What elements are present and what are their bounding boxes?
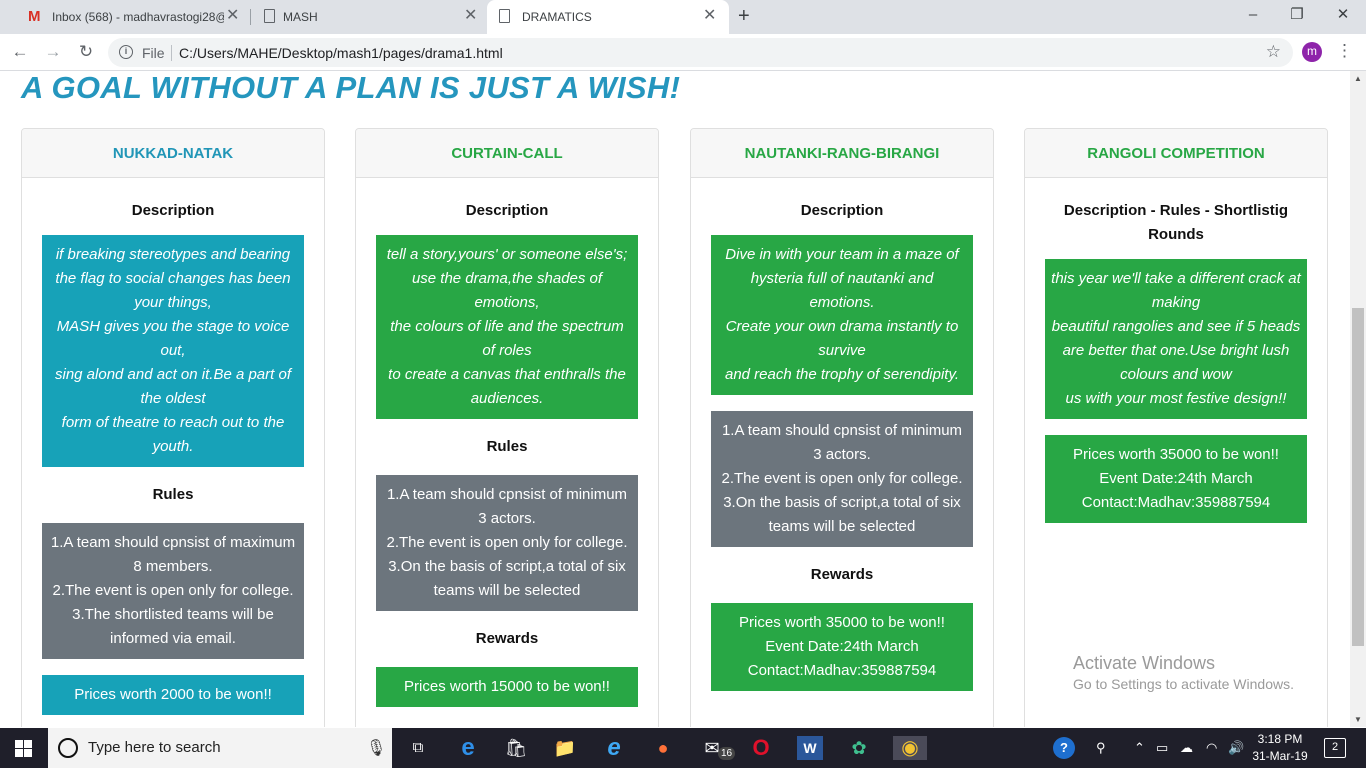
volume-icon[interactable]: 🔊 — [1228, 739, 1244, 757]
cortana-circle-icon — [58, 738, 78, 758]
store-icon[interactable]: 🛍 — [503, 736, 529, 760]
event-card-nautanki-rang-birangi: NAUTANKI-RANG-BIRANGI Description Dive i… — [690, 128, 994, 727]
rewards-box: Prices worth 35000 to be won!! Event Dat… — [1045, 435, 1307, 523]
watermark-title: Activate Windows — [1073, 653, 1216, 673]
windows-taskbar: Type here to search 🎙 ⧉ e 🛍 📁 e ● ✉ 16 O… — [0, 728, 1366, 768]
address-divider — [171, 45, 172, 61]
edge-browser-icon[interactable]: e — [455, 736, 481, 760]
taskbar-search-box[interactable]: Type here to search 🎙 — [48, 728, 392, 768]
scroll-up-arrow-icon[interactable]: ▲ — [1354, 74, 1362, 83]
scroll-down-arrow-icon[interactable]: ▼ — [1354, 715, 1362, 724]
card-title: NUKKAD-NATAK — [22, 129, 324, 178]
word-icon[interactable]: W — [797, 736, 823, 760]
event-card-curtain-call: CURTAIN-CALL Description tell a story,yo… — [355, 128, 659, 727]
tab-title: Inbox (568) - madhavrastogi28@ — [52, 10, 224, 24]
description-box: if breaking stereotypes and bearing the … — [42, 235, 304, 467]
chrome-icon[interactable]: ◉ — [893, 736, 927, 760]
tab-mash[interactable]: MASH ✕ — [252, 0, 486, 34]
description-heading: Description — [465, 202, 549, 219]
windows-start-icon[interactable] — [15, 740, 32, 757]
address-bar[interactable]: i File C:/Users/MAHE/Desktop/mash1/pages… — [108, 38, 1293, 67]
browser-tab-strip: M Inbox (568) - madhavrastogi28@ ✕ MASH … — [0, 0, 1366, 34]
opera-icon[interactable]: O — [748, 736, 774, 760]
cloud-sync-icon[interactable]: ☁ — [1180, 739, 1193, 757]
description-box: this year we'll take a different crack a… — [1045, 259, 1307, 419]
file-explorer-icon[interactable]: 📁 — [552, 736, 578, 760]
clock-date: 31-Mar-19 — [1252, 749, 1308, 763]
forward-button[interactable]: → — [43, 42, 63, 62]
tab-inbox[interactable]: M Inbox (568) - madhavrastogi28@ ✕ — [8, 0, 248, 34]
photo-app-icon[interactable]: ✿ — [846, 736, 872, 760]
card-title: CURTAIN-CALL — [356, 129, 658, 178]
reload-button[interactable]: ↻ — [76, 42, 96, 62]
system-clock[interactable]: 3:18 PM 31-Mar-19 — [1252, 731, 1308, 765]
page-scrollbar[interactable]: ▲ ▼ — [1350, 71, 1366, 727]
wifi-icon[interactable]: ◠ — [1206, 739, 1217, 757]
internet-explorer-icon[interactable]: e — [601, 736, 627, 760]
show-hidden-icons-chevron-icon[interactable]: ⌃ — [1134, 739, 1145, 757]
card-title: RANGOLI COMPETITION — [1025, 129, 1327, 178]
activate-windows-watermark: Activate Windows Go to Settings to activ… — [1073, 652, 1294, 694]
rules-box: 1.A team should cpnsist of maximum 8 mem… — [42, 523, 304, 659]
tab-divider — [250, 9, 251, 25]
battery-icon[interactable]: ▭ — [1156, 739, 1168, 757]
page-motto: A GOAL WITHOUT A PLAN IS JUST A WISH! — [21, 71, 681, 105]
search-placeholder: Type here to search — [88, 739, 221, 756]
description-heading: Description — [131, 202, 215, 219]
rewards-box: Prices worth 35000 to be won!! Event Dat… — [711, 603, 973, 691]
microphone-icon[interactable]: 🎙 — [366, 738, 386, 758]
action-center-notification-icon[interactable]: 2 — [1324, 738, 1346, 758]
close-window-button[interactable]: ✕ — [1328, 5, 1358, 25]
clock-time: 3:18 PM — [1257, 732, 1303, 746]
rules-heading: Rules — [152, 486, 194, 503]
rewards-box: Prices worth 2000 to be won!! — [42, 675, 304, 715]
task-view-icon[interactable]: ⧉ — [405, 736, 431, 760]
firefox-icon[interactable]: ● — [650, 736, 676, 760]
url-text[interactable]: C:/Users/MAHE/Desktop/mash1/pages/drama1… — [179, 45, 503, 61]
rules-heading: Rules — [486, 438, 528, 455]
back-button[interactable]: ← — [10, 42, 30, 62]
rewards-heading: Rewards — [475, 630, 539, 647]
mail-badge: 16 — [718, 747, 736, 760]
document-icon — [264, 9, 275, 23]
close-tab-icon[interactable]: ✕ — [703, 7, 716, 25]
help-icon[interactable]: ? — [1053, 737, 1075, 759]
description-box: Dive in with your team in a maze of hyst… — [711, 235, 973, 395]
bookmark-star-icon[interactable]: ☆ — [1266, 42, 1281, 62]
tab-dramatics[interactable]: DRAMATICS ✕ — [487, 0, 729, 34]
minimize-button[interactable]: – — [1238, 5, 1268, 25]
rules-box: 1.A team should cpnsist of minimum 3 act… — [376, 475, 638, 611]
protocol-label: File — [142, 45, 165, 61]
event-card-nukkad-natak: NUKKAD-NATAK Description if breaking ste… — [21, 128, 325, 727]
tab-title: MASH — [283, 10, 318, 24]
menu-icon[interactable]: ⋮ — [1336, 41, 1353, 61]
description-heading: Description — [800, 202, 884, 219]
watermark-subtitle: Go to Settings to activate Windows. — [1073, 676, 1294, 692]
card-title: NAUTANKI-RANG-BIRANGI — [691, 129, 993, 178]
profile-avatar[interactable]: m — [1302, 42, 1322, 62]
description-heading: Description - Rules - Shortlistig Rounds — [1063, 202, 1289, 243]
close-tab-icon[interactable]: ✕ — [464, 7, 477, 25]
rewards-heading: Rewards — [810, 566, 874, 583]
new-tab-button[interactable]: + — [738, 5, 750, 27]
tab-title: DRAMATICS — [522, 10, 592, 24]
page-content: A GOAL WITHOUT A PLAN IS JUST A WISH! NU… — [0, 71, 1350, 727]
maximize-button[interactable]: ❐ — [1282, 5, 1312, 25]
document-icon — [499, 9, 510, 23]
event-card-rangoli-competition: RANGOLI COMPETITION Description - Rules … — [1024, 128, 1328, 727]
close-tab-icon[interactable]: ✕ — [226, 7, 239, 25]
browser-toolbar: ← → ↻ i File C:/Users/MAHE/Desktop/mash1… — [0, 34, 1366, 71]
rewards-box: Prices worth 15000 to be won!! — [376, 667, 638, 707]
info-icon[interactable]: i — [119, 45, 133, 59]
gmail-icon: M — [28, 8, 41, 25]
rules-box: 1.A team should cpnsist of minimum 3 act… — [711, 411, 973, 547]
scrollbar-thumb[interactable] — [1352, 308, 1364, 646]
people-icon[interactable]: ⚲ — [1096, 739, 1106, 757]
description-box: tell a story,yours' or someone else's; u… — [376, 235, 638, 419]
